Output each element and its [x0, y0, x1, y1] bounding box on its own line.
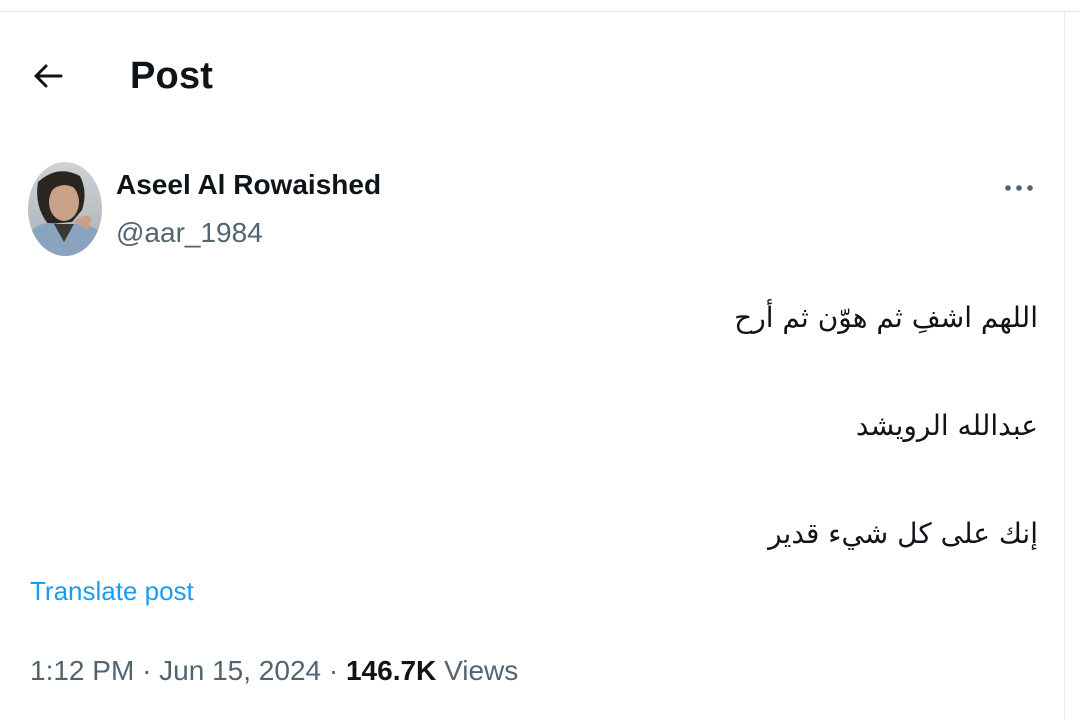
more-horizontal-icon — [1005, 185, 1033, 191]
arrow-left-icon — [34, 64, 63, 88]
post-header: Post — [0, 40, 1060, 112]
page-title: Post — [130, 55, 214, 97]
tweet-line: عبدالله الرويشد — [855, 409, 1038, 442]
profile-photo-icon — [28, 162, 102, 256]
post-date[interactable]: Jun 15, 2024 — [159, 655, 321, 686]
more-options-button[interactable] — [994, 168, 1044, 208]
window-top-border — [0, 0, 1080, 12]
avatar[interactable] — [28, 162, 102, 256]
tweet-line: اللهم اشفِ ثم هوّن ثم أرح — [734, 301, 1038, 334]
views-count: 146.7K — [345, 655, 437, 686]
post-meta: 1:12 PM · Jun 15, 2024 · 146.7K Views — [30, 652, 518, 690]
views-label: Views — [444, 655, 519, 686]
post-time[interactable]: 1:12 PM — [30, 655, 134, 686]
back-button[interactable] — [24, 54, 72, 98]
translate-post-link[interactable]: Translate post — [30, 574, 194, 608]
meta-separator: · — [142, 655, 152, 686]
tweet-line: إنك على كل شيء قدير — [768, 517, 1038, 550]
author-handle[interactable]: @aar_1984 — [116, 216, 263, 250]
meta-separator: · — [328, 655, 339, 686]
author-display-name[interactable]: Aseel Al Rowaished — [116, 168, 381, 202]
column-right-border — [1064, 12, 1065, 720]
tweet-text: اللهم اشفِ ثم هوّن ثم أرح عبدالله الرويش… — [560, 294, 1038, 558]
